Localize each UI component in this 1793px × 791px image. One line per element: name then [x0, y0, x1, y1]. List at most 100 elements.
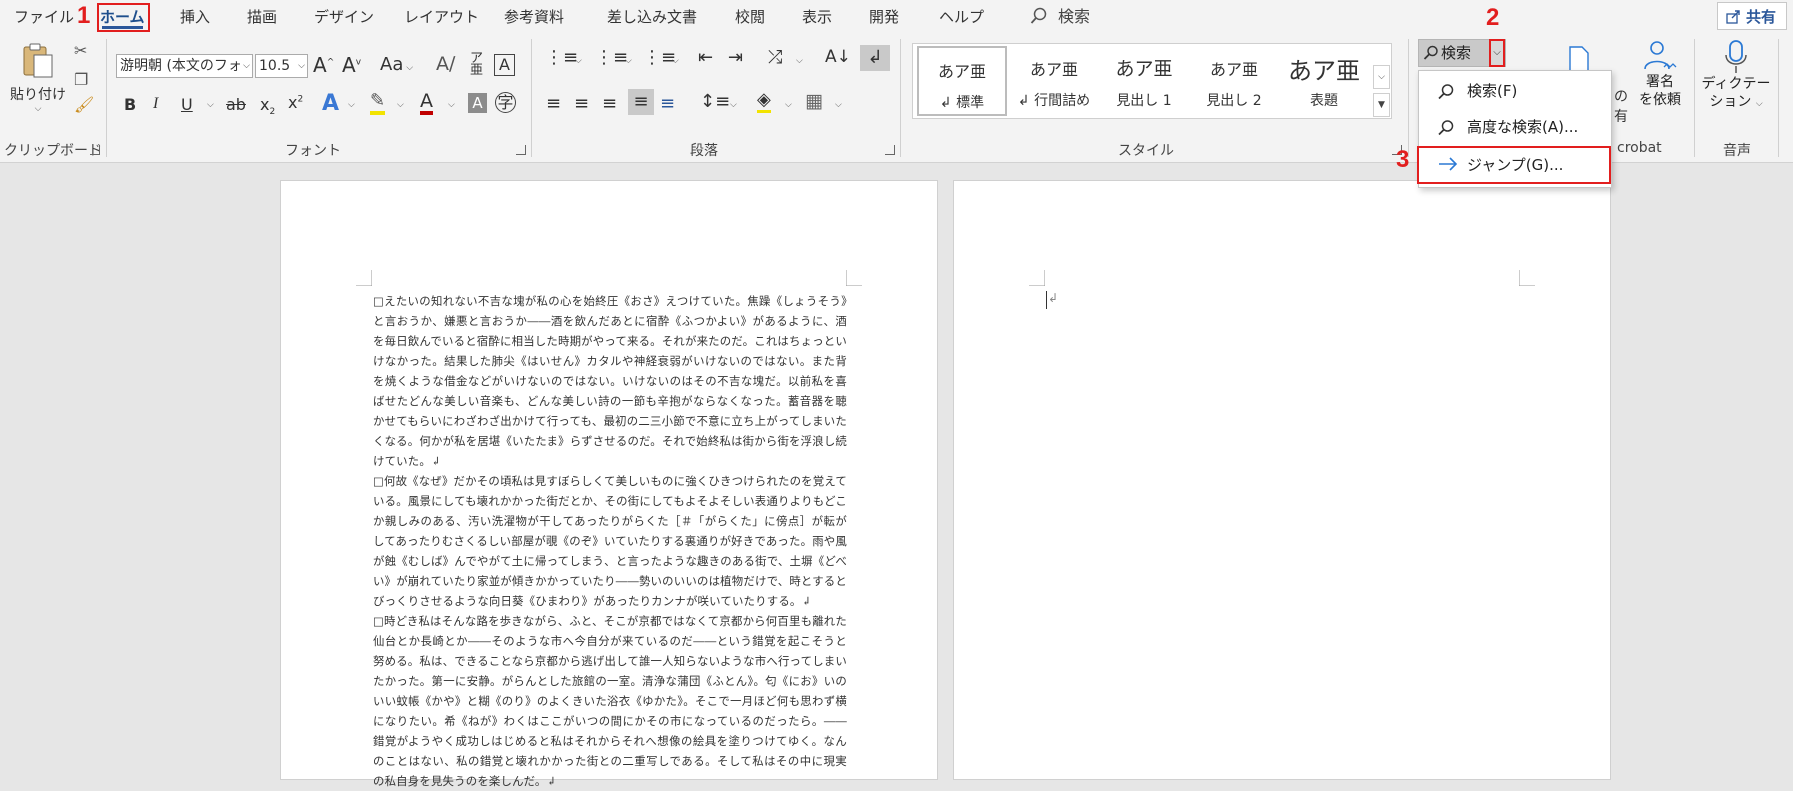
clipboard-dialog-launcher[interactable] [90, 145, 100, 155]
decrease-indent-icon[interactable]: ⇤ [698, 47, 713, 68]
font-size-combo[interactable]: 10.5 ⌵ [255, 54, 308, 78]
change-case-button[interactable]: Aa ⌵ [380, 54, 413, 75]
enclose-characters-icon[interactable]: 字 [495, 92, 516, 113]
document-body-text[interactable]: □えたいの知れない不吉な塊が私の心を始終圧《おさ》えつけていた。焦躁《しょうそう… [373, 291, 847, 791]
annotation-3: 3 [1396, 146, 1410, 173]
underline-icon[interactable]: U [181, 95, 193, 114]
tab-developer[interactable]: 開発 [869, 0, 899, 33]
tab-references[interactable]: 参考資料 [504, 0, 564, 33]
style-no-spacing[interactable]: あア亜 ↲ 行間詰め [1009, 46, 1099, 116]
shrink-font-icon[interactable]: Av [342, 53, 361, 77]
paragraph-dialog-launcher[interactable] [885, 145, 895, 155]
style-heading-1[interactable]: あア亜 見出し 1 [1099, 46, 1189, 116]
borders-icon[interactable]: ▦ [805, 90, 823, 112]
chevron-down-icon[interactable]: ⌵ [672, 56, 679, 66]
bold-icon[interactable]: B [124, 95, 136, 114]
character-border-icon[interactable]: A [494, 54, 515, 76]
chevron-down-icon: ⌵ [243, 61, 250, 71]
find-dropdown-button[interactable]: ⌵ [1489, 39, 1505, 67]
style-normal[interactable]: あア亜 ↲ 標準 [917, 46, 1007, 116]
numbering-icon[interactable]: ⋮≡ [595, 47, 628, 68]
justify-icon[interactable]: ≡ [628, 89, 654, 115]
distributed-icon[interactable]: ≡ [660, 93, 675, 114]
ribbon-tab-bar: ファイル ホーム 挿入 描画 デザイン レイアウト 参考資料 差し込み文書 校閲… [0, 0, 1793, 33]
phonetic-guide-icon[interactable]: ア亜 [470, 52, 483, 77]
sort-icon[interactable]: A↓ [825, 47, 851, 67]
highlight-color-icon[interactable]: ✎ [370, 91, 386, 115]
chevron-down-icon[interactable]: ⌵ [785, 100, 792, 110]
cut-icon[interactable]: ✂ [74, 41, 87, 60]
chevron-down-icon[interactable]: ⌵ [835, 100, 842, 110]
clear-formatting-icon[interactable]: A∕ [436, 53, 455, 75]
text-direction-icon[interactable]: ⤮ [768, 47, 782, 68]
separator [531, 39, 532, 157]
tab-file[interactable]: ファイル [14, 0, 74, 33]
paragraph-mark-icon: ↲ [1048, 291, 1059, 305]
separator [106, 39, 107, 157]
align-center-icon[interactable]: ≡ [574, 93, 589, 114]
share-button[interactable]: 共有 [1717, 2, 1787, 30]
chevron-down-icon[interactable]: ⌵ [397, 100, 404, 110]
share-group-line1: の [1614, 89, 1628, 105]
shading-icon[interactable]: ◈ [757, 90, 771, 113]
menu-item-find[interactable]: 検索(F) [1419, 74, 1611, 108]
align-right-icon[interactable]: ≡ [602, 93, 617, 114]
chevron-down-icon[interactable]: ⌵ [348, 100, 355, 110]
style-title[interactable]: あア亜 表題 [1279, 46, 1369, 116]
tab-draw[interactable]: 描画 [247, 0, 277, 33]
styles-group-label: スタイル [1118, 143, 1174, 159]
bullets-icon[interactable]: ⋮≡ [545, 47, 578, 68]
font-dialog-launcher[interactable] [516, 145, 526, 155]
copy-icon[interactable]: ❐ [74, 70, 88, 89]
text-effects-icon[interactable]: A [322, 91, 339, 116]
style-sample: あア亜 [1115, 58, 1173, 80]
strikethrough-icon[interactable]: ab [226, 95, 246, 114]
chevron-down-icon[interactable]: ⌵ [575, 56, 582, 66]
dictate-line2: ション ⌵ [1709, 94, 1763, 110]
subscript-icon[interactable]: x2 [260, 95, 275, 117]
clipboard-group-label: クリップボード [4, 143, 102, 159]
tab-layout[interactable]: レイアウト [404, 0, 479, 33]
increase-indent-icon[interactable]: ⇥ [728, 47, 743, 68]
annotation-1: 1 [77, 2, 91, 29]
person-sign-icon [1644, 41, 1677, 70]
request-signature-button[interactable]: 署名 を依頼 [1636, 39, 1684, 119]
chevron-down-icon[interactable]: ⌵ [796, 56, 803, 66]
chevron-down-icon[interactable]: ⌵ [207, 100, 214, 110]
italic-icon[interactable]: I [153, 95, 158, 113]
find-button[interactable]: 検索 [1423, 40, 1471, 66]
grow-font-icon[interactable]: A^ [313, 53, 334, 77]
text-cursor [1046, 291, 1047, 309]
font-color-icon[interactable]: A [420, 91, 433, 115]
paste-button[interactable]: 貼り付け ⌵ [10, 41, 66, 125]
search-icon [1423, 45, 1438, 60]
show-formatting-marks-icon[interactable]: ↲ [860, 45, 890, 71]
superscript-icon[interactable]: x2 [288, 93, 303, 112]
tab-mailings[interactable]: 差し込み文書 [607, 0, 697, 33]
chevron-down-icon[interactable]: ⌵ [448, 100, 455, 110]
style-heading-2[interactable]: あア亜 見出し 2 [1189, 46, 1279, 116]
menu-item-advanced-find[interactable]: 高度な検索(A)... [1419, 110, 1611, 144]
font-name-combo[interactable]: 游明朝 (本文のフォ ⌵ [116, 54, 253, 78]
gallery-scroll-down-icon[interactable]: ⌵ [1373, 65, 1390, 89]
line-spacing-icon[interactable]: ↕≡ [700, 91, 730, 112]
dictate-button[interactable]: ディクテー ション ⌵ [1700, 39, 1772, 123]
styles-gallery: あア亜 ↲ 標準 あア亜 ↲ 行間詰め あア亜 見出し 1 あア亜 見出し 2 … [912, 43, 1392, 119]
tell-me-search[interactable]: 検索 [1030, 0, 1090, 33]
tab-design[interactable]: デザイン [314, 0, 374, 33]
tab-view[interactable]: 表示 [802, 0, 832, 33]
tab-help[interactable]: ヘルプ [939, 0, 984, 33]
character-shading-icon[interactable]: A [468, 93, 487, 113]
menu-item-go-to[interactable]: ジャンプ(G)... [1417, 146, 1611, 184]
margin-corner-mark [846, 270, 862, 286]
format-painter-icon[interactable]: 🖌 [74, 95, 94, 114]
find-label: 検索 [1441, 44, 1472, 62]
tab-insert[interactable]: 挿入 [180, 0, 210, 33]
align-left-icon[interactable]: ≡ [546, 93, 561, 114]
chevron-down-icon[interactable]: ⌵ [730, 100, 737, 110]
document-page-2[interactable] [953, 180, 1611, 780]
gallery-more-icon[interactable]: ▼ [1373, 93, 1390, 117]
style-sample: あア亜 [1029, 60, 1078, 79]
tab-review[interactable]: 校閲 [735, 0, 765, 33]
chevron-down-icon[interactable]: ⌵ [625, 56, 632, 66]
